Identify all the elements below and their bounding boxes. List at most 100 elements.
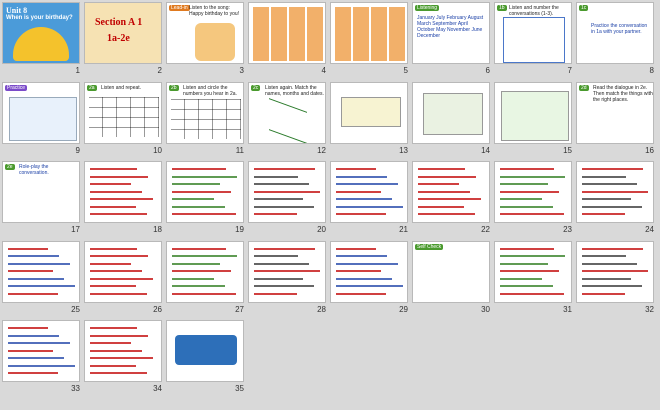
slide-preview[interactable] [330, 81, 408, 144]
slide-thumbnail[interactable]: Practice 9 [2, 81, 82, 160]
slide-thumbnail[interactable]: Section A 1 1a-2e 2 [84, 2, 164, 80]
slide-preview[interactable] [494, 161, 572, 223]
slide-thumbnail[interactable]: 29 [330, 240, 410, 319]
slide-preview[interactable] [330, 240, 408, 303]
slide-thumbnail[interactable]: 25 [2, 240, 82, 319]
text-line [254, 262, 309, 265]
slide-preview[interactable] [494, 240, 572, 303]
slide-thumbnail[interactable]: 1c Practice the conversation in 1a with … [576, 2, 656, 80]
slide-thumbnail[interactable]: 26 [84, 240, 164, 319]
slide-thumbnail[interactable]: Listening January July February August M… [412, 2, 492, 80]
slide-preview[interactable]: Listening January July February August M… [412, 2, 490, 64]
text-line [172, 255, 237, 257]
slide-preview[interactable] [248, 240, 326, 303]
text-line [90, 270, 142, 272]
slide-preview[interactable]: 2d Read the dialogue in 2e. Then match t… [576, 81, 654, 144]
text-line [90, 262, 131, 265]
slide-tag: 1c [579, 5, 589, 11]
slide-title: Section A 1 [95, 17, 143, 28]
slide-preview[interactable] [330, 2, 408, 64]
slide-thumbnail[interactable]: 4 [248, 2, 328, 80]
slide-preview[interactable]: Lead-in Listen to the song: Happy birthd… [166, 2, 244, 64]
slide-thumbnail[interactable]: 2c Listen again. Match the names, months… [248, 81, 328, 160]
slide-thumbnail[interactable]: 2e Role-play the conversation. 17 [2, 161, 82, 239]
slide-number: 20 [317, 225, 326, 234]
slide-preview[interactable] [576, 161, 654, 223]
number-table [89, 96, 159, 137]
slide-preview[interactable] [2, 320, 80, 382]
text-line [90, 247, 137, 250]
slide-preview[interactable]: 2b Listen and circle the numbers you hea… [166, 81, 244, 144]
slide-preview[interactable] [494, 81, 572, 144]
slide-preview[interactable] [576, 240, 654, 303]
text-line [172, 205, 225, 208]
slide-number: 22 [481, 225, 490, 234]
slide-preview[interactable] [84, 240, 162, 303]
slide-preview[interactable] [412, 161, 490, 223]
slide-thumbnail[interactable]: 31 [494, 240, 574, 319]
slide-thumbnail[interactable]: 32 [576, 240, 656, 319]
text-line [418, 213, 475, 215]
slide-preview[interactable] [84, 320, 162, 382]
slide-preview[interactable] [84, 161, 162, 223]
slide-thumbnail[interactable]: 2b Listen and circle the numbers you hea… [166, 81, 246, 160]
text-line [254, 247, 315, 250]
slide-thumbnail[interactable]: 2a Listen and repeat. 10 [84, 81, 164, 160]
text-line [336, 277, 392, 280]
slide-preview[interactable] [166, 240, 244, 303]
slide-preview[interactable]: Practice [2, 81, 80, 144]
slide-thumbnail[interactable]: 15 [494, 81, 574, 160]
slide-preview[interactable] [248, 161, 326, 223]
slide-thumbnail[interactable]: 1b Listen and number the conversations (… [494, 2, 574, 80]
text-line [500, 262, 548, 265]
text-line [336, 183, 398, 185]
slide-preview[interactable] [166, 320, 244, 382]
slide-preview[interactable] [248, 2, 326, 64]
slide-preview[interactable] [166, 161, 244, 223]
slide-preview[interactable] [412, 81, 490, 144]
text-line [8, 285, 75, 287]
slide-preview[interactable]: 2c Listen again. Match the names, months… [248, 81, 326, 144]
slide-thumbnail[interactable]: Unit 8 When is your birthday? 1 [2, 2, 82, 80]
slide-sorter-grid: Unit 8 When is your birthday? 1 Section … [2, 2, 658, 408]
slide-thumbnail[interactable]: 27 [166, 240, 246, 319]
photo-grid [9, 96, 77, 141]
calendar-grid [335, 7, 405, 61]
slide-thumbnail[interactable]: 34 [84, 320, 164, 398]
slide-thumbnail[interactable]: Lead-in Listen to the song: Happy birthd… [166, 2, 246, 80]
slide-preview[interactable]: 2a Listen and repeat. [84, 81, 162, 144]
slide-thumbnail[interactable]: 28 [248, 240, 328, 319]
slide-thumbnail[interactable]: 24 [576, 161, 656, 239]
slide-thumbnail[interactable]: 19 [166, 161, 246, 239]
slide-preview[interactable] [330, 161, 408, 223]
slide-preview[interactable]: 2e Role-play the conversation. [2, 161, 80, 223]
text-line [8, 262, 70, 265]
slide-preview[interactable]: 1c Practice the conversation in 1a with … [576, 2, 654, 64]
slide-number: 30 [481, 304, 490, 314]
text-line [172, 198, 214, 200]
text-line [582, 168, 643, 170]
slide-number: 12 [317, 145, 326, 155]
slide-thumbnail[interactable]: 33 [2, 320, 82, 398]
slide-preview[interactable]: Unit 8 When is your birthday? [2, 2, 80, 64]
text-line [336, 255, 387, 257]
slide-preview[interactable]: Self Check [412, 240, 490, 303]
slide-thumbnail[interactable]: 5 [330, 2, 410, 80]
slide-thumbnail[interactable]: 2d Read the dialogue in 2e. Then match t… [576, 81, 656, 160]
text-line [500, 183, 548, 185]
slide-preview[interactable]: 1b Listen and number the conversations (… [494, 2, 572, 64]
text-line [90, 364, 136, 367]
slide-thumbnail[interactable]: 13 [330, 81, 410, 160]
slide-thumbnail[interactable]: Self Check 30 [412, 240, 492, 319]
slide-preview[interactable] [2, 240, 80, 303]
slide-thumbnail[interactable]: 21 [330, 161, 410, 239]
slide-thumbnail[interactable]: 35 [166, 320, 246, 398]
slide-thumbnail[interactable]: 14 [412, 81, 492, 160]
slide-thumbnail[interactable]: 23 [494, 161, 574, 239]
text-line [336, 285, 403, 287]
slide-thumbnail[interactable]: 18 [84, 161, 164, 239]
slide-preview[interactable]: Section A 1 1a-2e [84, 2, 162, 64]
slide-thumbnail[interactable]: 20 [248, 161, 328, 239]
slide-number: 25 [71, 304, 80, 314]
slide-thumbnail[interactable]: 22 [412, 161, 492, 239]
